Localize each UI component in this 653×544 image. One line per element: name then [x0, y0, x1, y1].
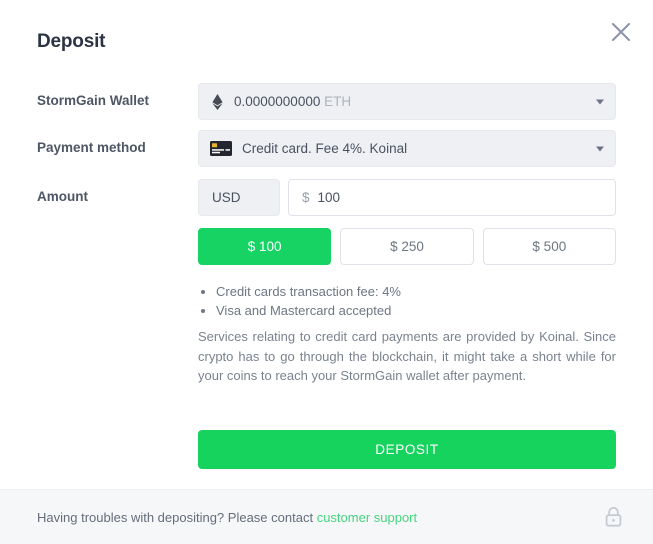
lock-icon-glyph: [605, 506, 622, 527]
info-list: Credit cards transaction fee: 4% Visa an…: [198, 282, 616, 320]
wallet-balance-amount: 0.0000000000: [234, 94, 321, 109]
list-item: Credit cards transaction fee: 4%: [216, 282, 616, 301]
chevron-down-icon: [596, 99, 604, 104]
ethereum-icon-glyph: [212, 93, 223, 110]
page-title: Deposit: [37, 31, 106, 52]
wallet-control: 0.0000000000 ETH: [198, 83, 616, 120]
amount-input[interactable]: [317, 180, 615, 215]
amount-label: Amount: [37, 189, 88, 204]
payment-method-value: Credit card. Fee 4%. Koinal: [242, 141, 408, 156]
disclaimer-text: Services relating to credit card payment…: [198, 329, 616, 383]
wallet-balance: 0.0000000000 ETH: [234, 94, 351, 109]
amount-row: Amount USD $: [37, 179, 616, 216]
preset-amount-group: $ 100 $ 250 $ 500: [198, 228, 616, 265]
footer-help-label: Having troubles with depositing? Please …: [37, 509, 314, 525]
currency-select-value: USD: [212, 190, 241, 205]
wallet-label: StormGain Wallet: [37, 93, 150, 108]
lock-icon: [604, 506, 623, 529]
footer-help-text: Having troubles with depositing? Please …: [37, 510, 417, 525]
credit-card-icon: [210, 141, 232, 156]
currency-select[interactable]: USD: [198, 179, 280, 216]
payment-method-select[interactable]: Credit card. Fee 4%. Koinal: [198, 130, 616, 167]
amount-input-wrapper: $: [288, 179, 616, 216]
deposit-form: Deposit StormGain Wallet 0.0000000000 ET…: [0, 0, 653, 489]
ethereum-icon: [212, 93, 223, 110]
chevron-down-icon: [596, 146, 604, 151]
customer-support-link[interactable]: customer support: [317, 510, 417, 525]
payment-method-label: Payment method: [37, 140, 146, 155]
wallet-row: StormGain Wallet 0.0000000000 ETH: [37, 83, 616, 120]
modal-footer: Having troubles with depositing? Please …: [0, 489, 653, 544]
wallet-balance-currency: ETH: [324, 94, 352, 109]
wallet-select[interactable]: 0.0000000000 ETH: [198, 83, 616, 120]
deposit-button[interactable]: DEPOSIT: [198, 430, 616, 469]
preset-amount-button-2[interactable]: $ 250: [340, 228, 474, 265]
credit-card-icon-glyph: [210, 141, 232, 156]
deposit-modal: Deposit StormGain Wallet 0.0000000000 ET…: [0, 0, 653, 544]
list-item: Visa and Mastercard accepted: [216, 301, 616, 320]
preset-amount-button-3[interactable]: $ 500: [482, 228, 616, 265]
payment-method-control: Credit card. Fee 4%. Koinal: [198, 130, 616, 167]
amount-control: USD $: [198, 179, 616, 216]
currency-sign: $: [302, 190, 310, 205]
payment-method-row: Payment method Credit card. Fee 4%. Koin…: [37, 130, 616, 167]
preset-amount-button-1[interactable]: $ 100: [198, 228, 332, 265]
